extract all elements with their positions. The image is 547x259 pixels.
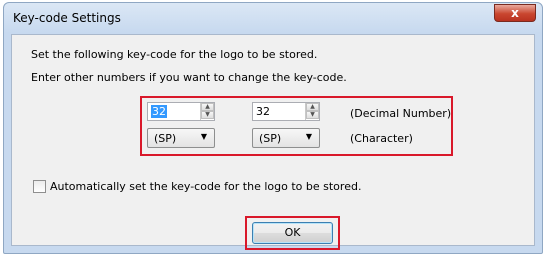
spin-down-icon[interactable]: ▼ — [201, 111, 214, 119]
character-value-1: (SP) — [154, 132, 177, 145]
key-code-settings-dialog: Key-code Settings x Set the following ke… — [3, 2, 543, 254]
character-label: (Character) — [350, 132, 413, 145]
spin-down-icon[interactable]: ▼ — [306, 111, 319, 119]
title-bar: Key-code Settings x — [4, 3, 542, 33]
keycode-decimal-value-1[interactable]: 32 — [151, 105, 167, 118]
auto-set-label[interactable]: Automatically set the key-code for the l… — [50, 180, 361, 193]
ok-button[interactable]: OK — [252, 222, 333, 244]
chevron-down-icon: ▼ — [200, 132, 207, 141]
dialog-body: Set the following key-code for the logo … — [11, 34, 535, 250]
decimal-number-label: (Decimal Number) — [350, 107, 452, 120]
character-combobox-2[interactable]: (SP) ▼ — [252, 128, 320, 148]
spin-up-icon[interactable]: ▲ — [201, 103, 214, 111]
chevron-down-icon: ▼ — [305, 132, 312, 141]
dialog-title: Key-code Settings — [13, 11, 121, 25]
keycode-decimal-spinner-1[interactable]: 32 ▲ ▼ — [147, 102, 215, 121]
character-value-2: (SP) — [259, 132, 282, 145]
close-icon: x — [511, 6, 519, 20]
spin-up-icon[interactable]: ▲ — [306, 103, 319, 111]
auto-set-checkbox[interactable] — [33, 180, 46, 193]
close-button[interactable]: x — [494, 4, 536, 22]
keycode-decimal-spinner-2[interactable]: 32 ▲ ▼ — [252, 102, 320, 121]
character-combobox-1[interactable]: (SP) ▼ — [147, 128, 215, 148]
instruction-line-2: Enter other numbers if you want to chang… — [31, 71, 347, 84]
instruction-line-1: Set the following key-code for the logo … — [31, 48, 318, 61]
keycode-decimal-value-2[interactable]: 32 — [256, 105, 270, 118]
